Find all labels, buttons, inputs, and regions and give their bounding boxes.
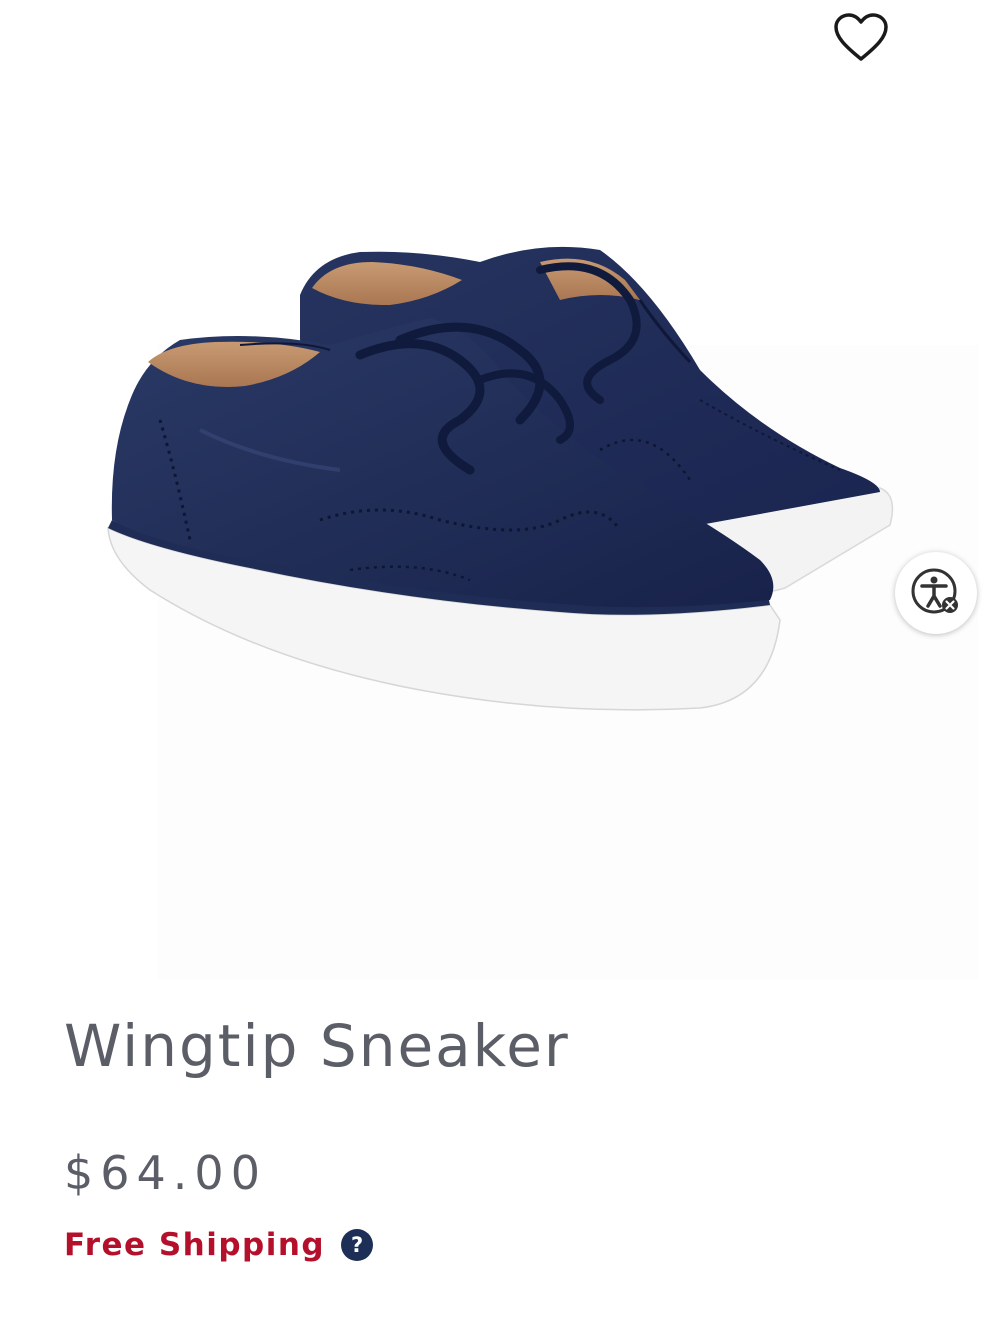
accessibility-widget-button[interactable] bbox=[895, 552, 977, 634]
product-page: Wingtip Sneaker $64.00 Free Shipping ? bbox=[0, 0, 1000, 1333]
product-price: $64.00 bbox=[64, 1146, 267, 1200]
free-shipping-link[interactable]: Free Shipping bbox=[64, 1227, 325, 1263]
accessibility-person-icon bbox=[911, 568, 958, 614]
favorite-button[interactable] bbox=[826, 6, 896, 70]
product-image bbox=[107, 246, 894, 711]
question-mark-icon[interactable]: ? bbox=[341, 1229, 374, 1261]
heart-outline-icon bbox=[834, 13, 888, 61]
product-image-gallery[interactable] bbox=[0, 0, 1000, 985]
product-title: Wingtip Sneaker bbox=[64, 1012, 570, 1080]
shipping-info: Free Shipping ? bbox=[64, 1227, 374, 1263]
